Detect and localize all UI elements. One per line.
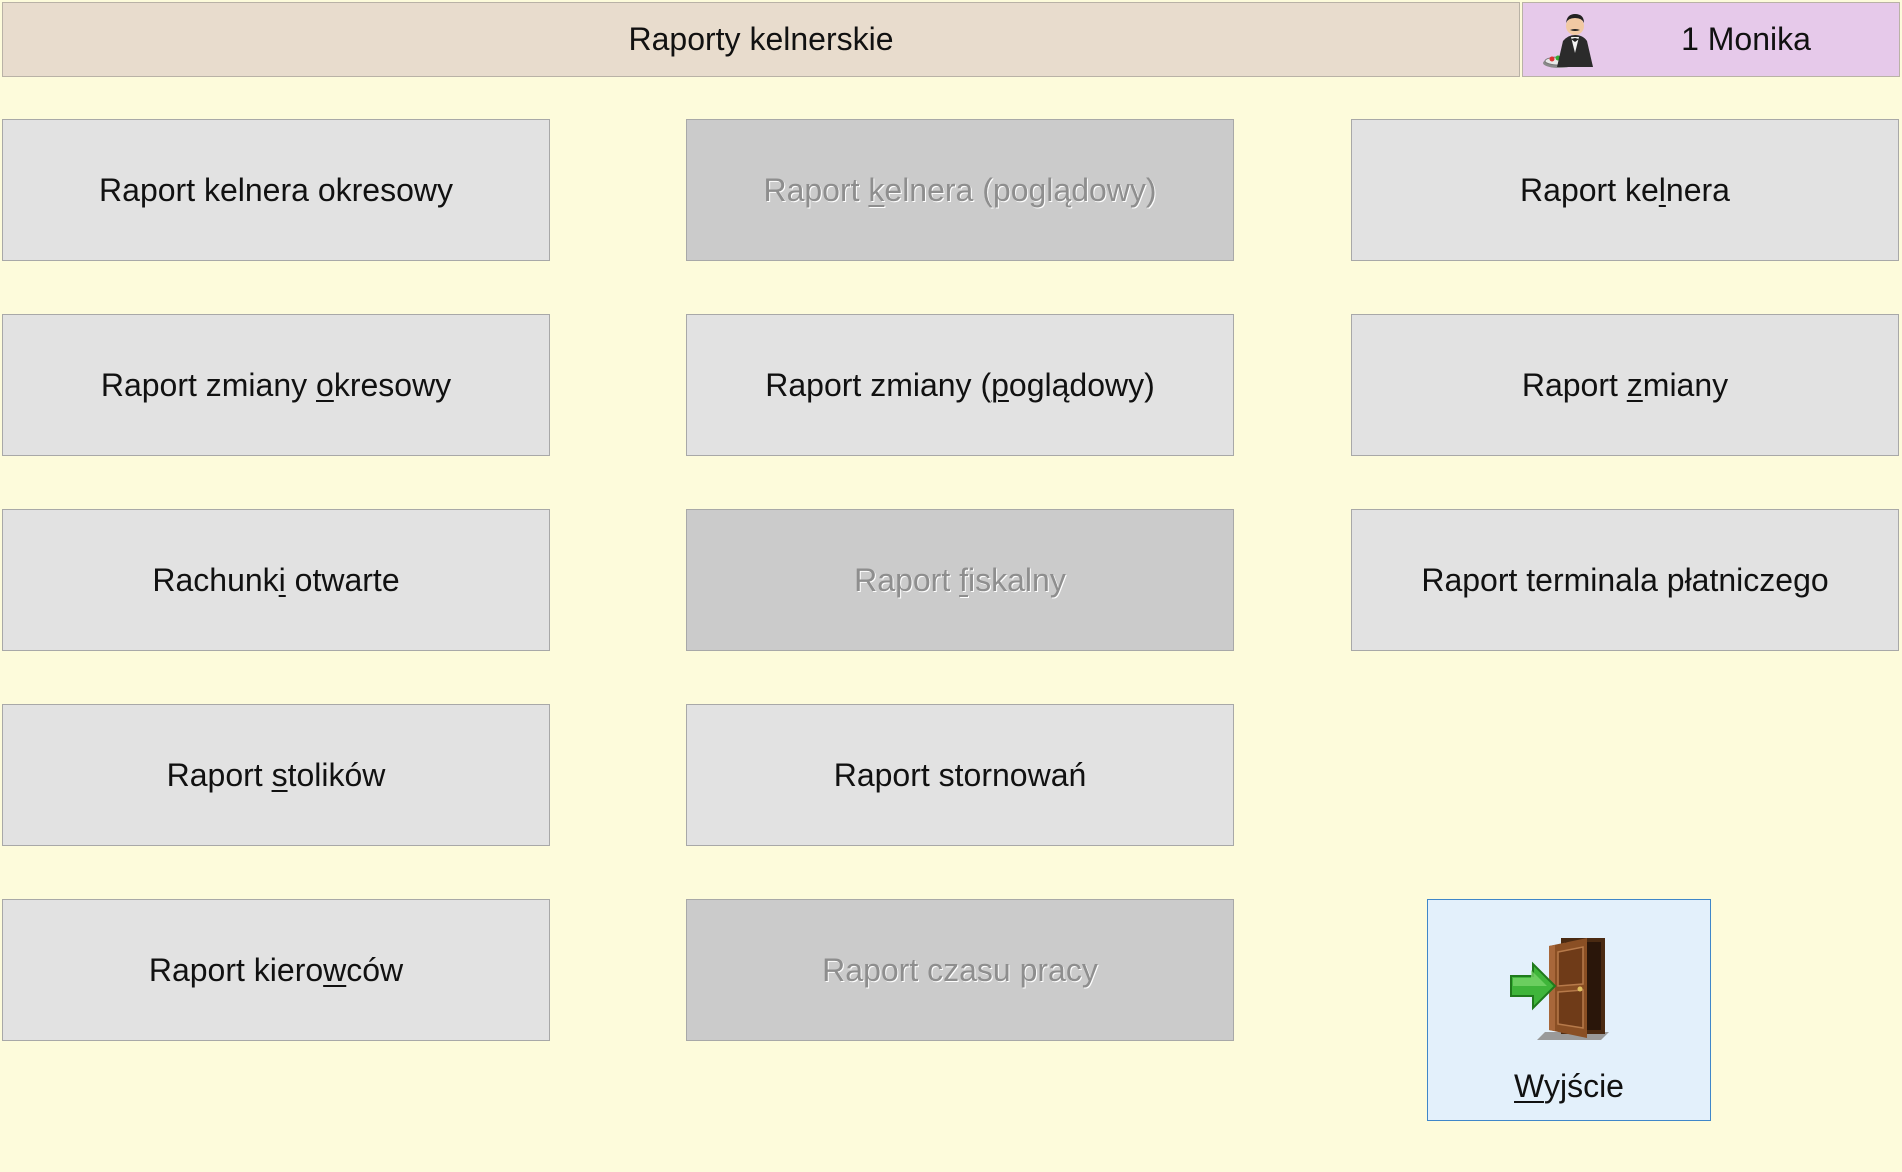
raport-czasu-pracy-button[interactable]: Raport czasu pracy <box>686 899 1234 1041</box>
window-title-bar: Raporty kelnerskie <box>2 2 1520 77</box>
rachunki-otwarte-button[interactable]: Rachunki otwarte <box>2 509 550 651</box>
exit-button-label: Wyjście <box>1514 1068 1624 1104</box>
button-label: Raport kierowców <box>148 951 404 988</box>
button-label: Raport kelnera okresowy <box>99 171 453 208</box>
raport-kelnera-pogladowy-button[interactable]: Raport kelnera (poglądowy) <box>686 119 1234 261</box>
raport-zmiany-button[interactable]: Raport zmiany <box>1351 314 1899 456</box>
button-label: Raport kelnera (poglądowy) <box>763 171 1157 208</box>
raport-kelnera-button[interactable]: Raport kelnera <box>1351 119 1899 261</box>
waiter-icon <box>1543 14 1593 68</box>
button-label: Raport zmiany (poglądowy) <box>765 366 1155 403</box>
exit-door-icon <box>1510 938 1609 1040</box>
raport-terminala-platniczego-button[interactable]: Raport terminala płatniczego <box>1351 509 1899 651</box>
button-label: Raport stolików <box>166 756 386 793</box>
page-title: Raporty kelnerskie <box>628 21 894 57</box>
button-label: Raport stornowań <box>833 756 1087 793</box>
raport-zmiany-okresowy-button[interactable]: Raport zmiany okresowy <box>2 314 550 456</box>
exit-button[interactable]: Wyjście <box>1427 899 1711 1121</box>
raport-kierowcow-button[interactable]: Raport kierowców <box>2 899 550 1041</box>
button-label: Rachunki otwarte <box>152 561 400 598</box>
current-user-panel: 1 Monika <box>1522 2 1900 77</box>
raport-stornowan-button[interactable]: Raport stornowań <box>686 704 1234 846</box>
raport-kelnera-okresowy-button[interactable]: Raport kelnera okresowy <box>2 119 550 261</box>
button-label: Raport zmiany okresowy <box>100 366 452 403</box>
button-label: Raport fiskalny <box>854 561 1066 598</box>
button-label: Raport czasu pracy <box>822 951 1098 988</box>
raport-fiskalny-button[interactable]: Raport fiskalny <box>686 509 1234 651</box>
current-user-name: 1 Monika <box>1681 21 1811 57</box>
button-label: Raport zmiany <box>1521 366 1729 403</box>
raport-zmiany-pogladowy-button[interactable]: Raport zmiany (poglądowy) <box>686 314 1234 456</box>
button-label: Raport terminala płatniczego <box>1421 561 1829 598</box>
raport-stolikow-button[interactable]: Raport stolików <box>2 704 550 846</box>
button-label: Raport kelnera <box>1520 171 1730 208</box>
